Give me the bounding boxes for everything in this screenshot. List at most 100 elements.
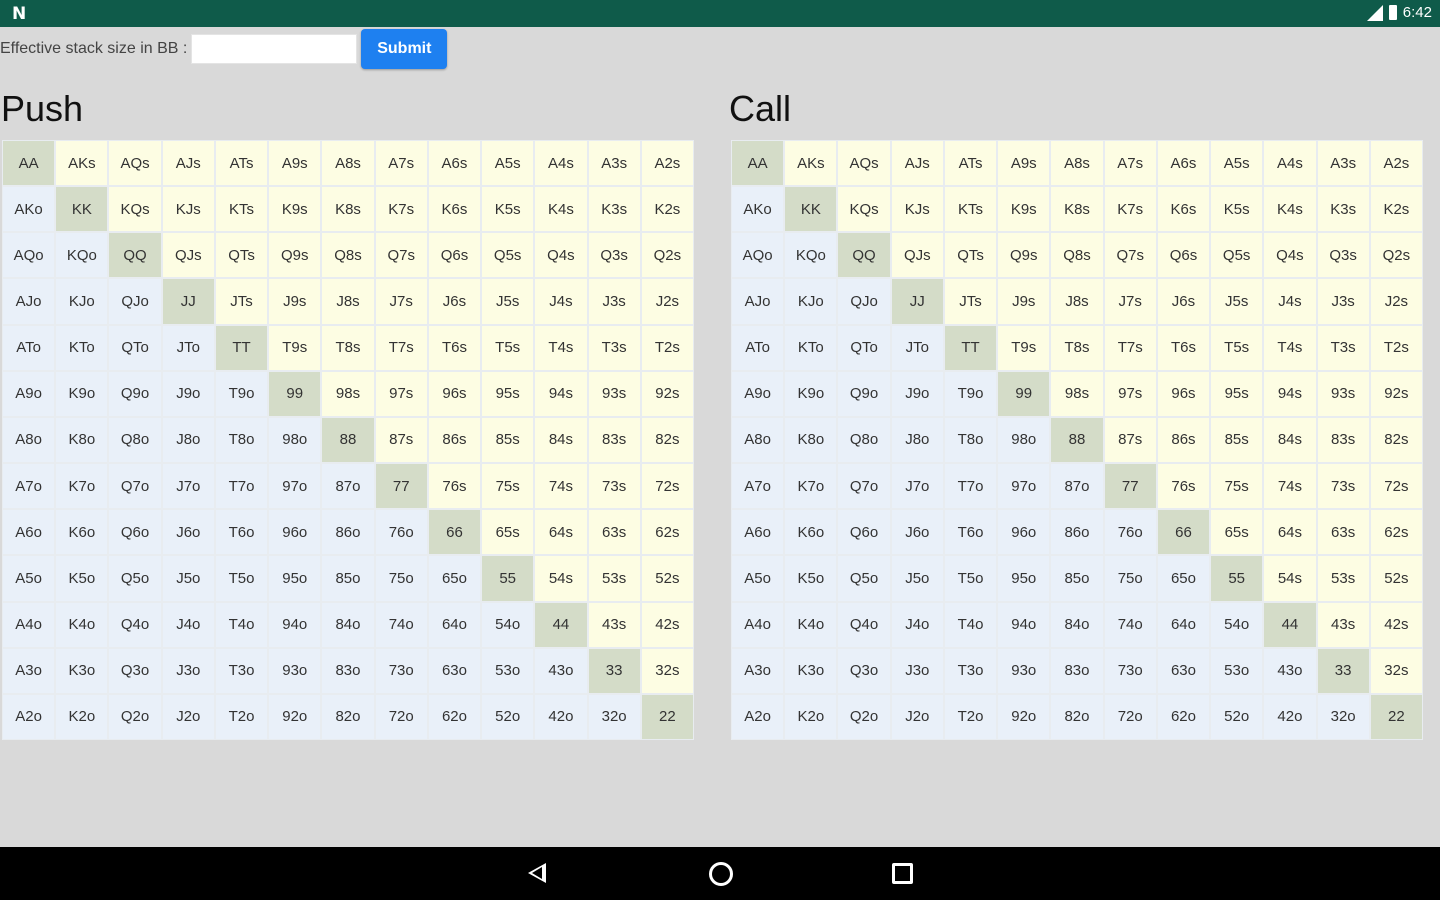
- call-hand-cell[interactable]: T7s: [1103, 324, 1157, 371]
- push-hand-cell[interactable]: 98o: [268, 416, 322, 464]
- call-hand-cell[interactable]: 72s: [1369, 463, 1423, 510]
- call-hand-cell[interactable]: Q5s: [1210, 232, 1264, 279]
- push-hand-cell[interactable]: Q7o: [108, 463, 162, 510]
- call-hand-cell[interactable]: 94o: [997, 601, 1051, 648]
- call-hand-cell[interactable]: 86o: [1050, 509, 1104, 556]
- push-hand-cell[interactable]: T4o: [214, 601, 269, 648]
- push-hand-cell[interactable]: 83s: [587, 416, 641, 464]
- call-hand-cell[interactable]: J5o: [890, 555, 944, 602]
- call-hand-cell[interactable]: K4s: [1263, 186, 1317, 233]
- call-hand-cell[interactable]: 44: [1263, 601, 1317, 648]
- call-hand-cell[interactable]: QQ: [837, 232, 891, 279]
- call-hand-cell[interactable]: 82o: [1050, 693, 1104, 740]
- call-hand-cell[interactable]: K4o: [784, 601, 838, 648]
- push-hand-cell[interactable]: J4o: [161, 601, 215, 648]
- call-hand-cell[interactable]: 85s: [1210, 416, 1264, 464]
- push-hand-cell[interactable]: Q4s: [534, 232, 588, 279]
- call-hand-cell[interactable]: 88: [1050, 416, 1104, 464]
- push-hand-cell[interactable]: 96o: [268, 509, 322, 556]
- call-hand-cell[interactable]: Q5o: [837, 555, 891, 602]
- call-hand-cell[interactable]: 74o: [1103, 601, 1157, 648]
- push-hand-cell[interactable]: T9o: [214, 370, 269, 417]
- call-hand-cell[interactable]: Q6s: [1156, 232, 1211, 279]
- push-hand-cell[interactable]: T3o: [214, 647, 269, 694]
- push-hand-cell[interactable]: 99: [268, 370, 322, 417]
- push-hand-cell[interactable]: 96s: [427, 370, 482, 417]
- call-hand-cell[interactable]: 43s: [1316, 601, 1370, 648]
- push-hand-cell[interactable]: QJo: [108, 278, 162, 325]
- push-hand-cell[interactable]: 52o: [481, 693, 535, 740]
- push-hand-cell[interactable]: K7o: [55, 463, 109, 510]
- push-hand-cell[interactable]: 87s: [374, 416, 428, 464]
- call-hand-cell[interactable]: 53s: [1316, 555, 1370, 602]
- call-hand-cell[interactable]: Q2s: [1369, 232, 1423, 279]
- push-hand-cell[interactable]: 95s: [481, 370, 535, 417]
- push-hand-cell[interactable]: J6s: [427, 278, 482, 325]
- call-hand-cell[interactable]: J6o: [890, 509, 944, 556]
- push-hand-cell[interactable]: 75s: [481, 463, 535, 510]
- push-hand-cell[interactable]: 63s: [587, 509, 641, 556]
- push-hand-cell[interactable]: 83o: [321, 647, 375, 694]
- call-hand-cell[interactable]: JTo: [890, 324, 944, 371]
- call-hand-cell[interactable]: 63o: [1156, 647, 1211, 694]
- push-hand-cell[interactable]: K4o: [55, 601, 109, 648]
- push-hand-cell[interactable]: T5s: [481, 324, 535, 371]
- push-hand-cell[interactable]: 84o: [321, 601, 375, 648]
- push-hand-cell[interactable]: A6o: [2, 509, 56, 556]
- push-hand-cell[interactable]: J6o: [161, 509, 215, 556]
- push-hand-cell[interactable]: J4s: [534, 278, 588, 325]
- push-hand-cell[interactable]: A7o: [2, 463, 56, 510]
- push-hand-cell[interactable]: K8s: [321, 186, 375, 233]
- call-hand-cell[interactable]: T4o: [943, 601, 998, 648]
- call-hand-cell[interactable]: KTs: [943, 186, 998, 233]
- call-hand-cell[interactable]: 84s: [1263, 416, 1317, 464]
- call-hand-cell[interactable]: A6s: [1156, 140, 1211, 187]
- call-hand-cell[interactable]: J4o: [890, 601, 944, 648]
- push-hand-cell[interactable]: 62o: [427, 693, 482, 740]
- call-hand-cell[interactable]: QJo: [837, 278, 891, 325]
- push-hand-cell[interactable]: T7s: [374, 324, 428, 371]
- push-hand-cell[interactable]: 42s: [640, 601, 694, 648]
- push-hand-cell[interactable]: Q3o: [108, 647, 162, 694]
- push-hand-cell[interactable]: 84s: [534, 416, 588, 464]
- call-hand-cell[interactable]: AQo: [731, 232, 785, 279]
- call-hand-cell[interactable]: AA: [731, 140, 785, 187]
- call-hand-cell[interactable]: 95o: [997, 555, 1051, 602]
- push-hand-cell[interactable]: A3o: [2, 647, 56, 694]
- call-hand-cell[interactable]: K7o: [784, 463, 838, 510]
- push-hand-cell[interactable]: 76s: [427, 463, 482, 510]
- push-hand-cell[interactable]: T9s: [268, 324, 322, 371]
- push-hand-cell[interactable]: J3s: [587, 278, 641, 325]
- push-hand-cell[interactable]: 73o: [374, 647, 428, 694]
- call-hand-cell[interactable]: AQs: [837, 140, 891, 187]
- call-hand-cell[interactable]: J5s: [1210, 278, 1264, 325]
- call-hand-cell[interactable]: 53o: [1210, 647, 1264, 694]
- call-hand-cell[interactable]: K8o: [784, 416, 838, 464]
- call-hand-cell[interactable]: 95s: [1210, 370, 1264, 417]
- call-hand-cell[interactable]: T6o: [943, 509, 998, 556]
- push-hand-cell[interactable]: ATs: [214, 140, 269, 187]
- push-hand-cell[interactable]: 65o: [427, 555, 482, 602]
- push-hand-cell[interactable]: 32s: [640, 647, 694, 694]
- push-hand-cell[interactable]: AJs: [161, 140, 215, 187]
- push-hand-cell[interactable]: 85s: [481, 416, 535, 464]
- call-hand-cell[interactable]: KJo: [784, 278, 838, 325]
- push-hand-cell[interactable]: K9o: [55, 370, 109, 417]
- call-hand-cell[interactable]: A3s: [1316, 140, 1370, 187]
- call-hand-cell[interactable]: 55: [1210, 555, 1264, 602]
- push-hand-cell[interactable]: 86o: [321, 509, 375, 556]
- call-hand-cell[interactable]: 97s: [1103, 370, 1157, 417]
- call-hand-cell[interactable]: T9o: [943, 370, 998, 417]
- call-hand-cell[interactable]: 64s: [1263, 509, 1317, 556]
- call-hand-cell[interactable]: 96s: [1156, 370, 1211, 417]
- push-hand-cell[interactable]: 94o: [268, 601, 322, 648]
- push-hand-cell[interactable]: 53s: [587, 555, 641, 602]
- call-hand-cell[interactable]: 92o: [997, 693, 1051, 740]
- push-hand-cell[interactable]: J7o: [161, 463, 215, 510]
- push-hand-cell[interactable]: Q2s: [640, 232, 694, 279]
- call-hand-cell[interactable]: T7o: [943, 463, 998, 510]
- call-hand-cell[interactable]: 83o: [1050, 647, 1104, 694]
- call-hand-cell[interactable]: 74s: [1263, 463, 1317, 510]
- call-hand-cell[interactable]: Q8o: [837, 416, 891, 464]
- call-hand-cell[interactable]: AKo: [731, 186, 785, 233]
